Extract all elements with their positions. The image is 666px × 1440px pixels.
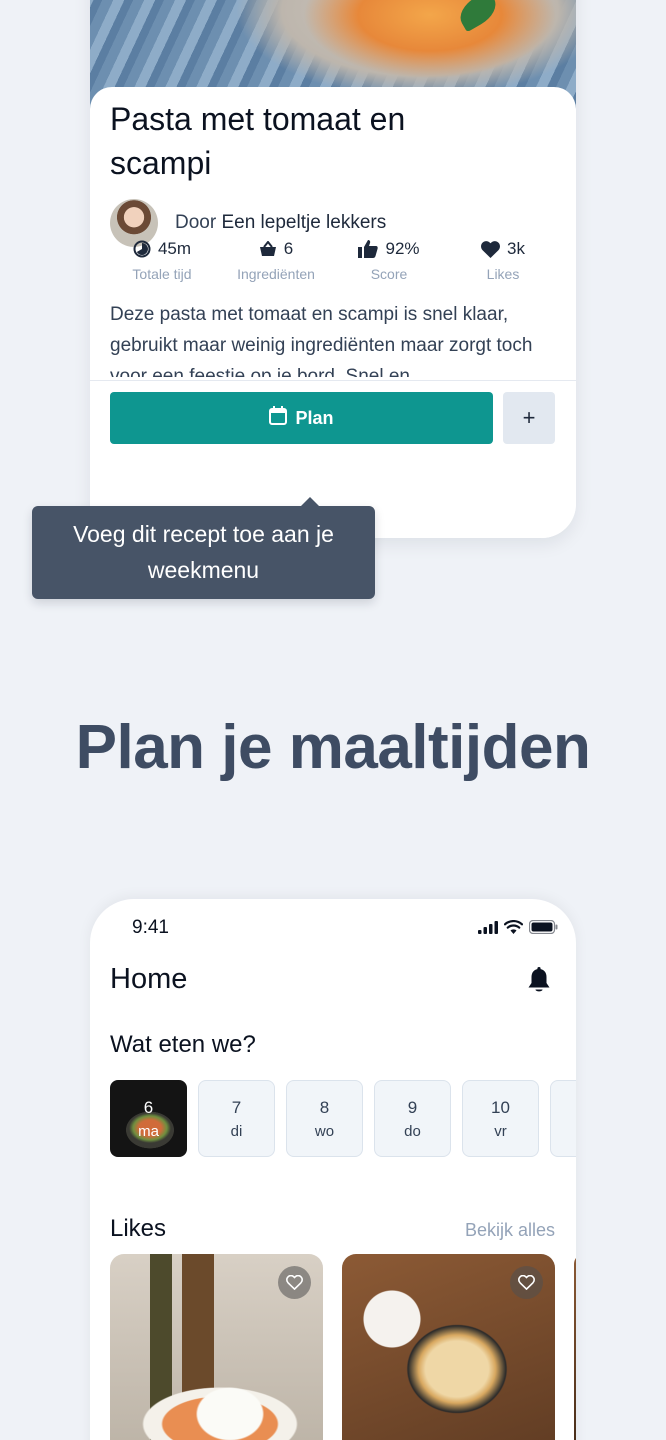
calendar-icon <box>269 406 288 430</box>
stat-value: 6 <box>283 239 294 258</box>
day-number: 6 <box>143 1097 154 1117</box>
liked-recipe-card[interactable] <box>110 1254 323 1440</box>
day-weekday: ma <box>138 1122 159 1140</box>
stat-value: 45m <box>157 239 192 258</box>
status-time: 9:41 <box>132 917 169 938</box>
day-weekday: di <box>230 1122 243 1140</box>
day-chip-active[interactable]: 6 ma <box>110 1080 187 1157</box>
stat-label: Totale tijd <box>132 266 192 282</box>
clock-icon <box>133 240 151 258</box>
author-name[interactable]: Een lepeltje lekkers <box>221 212 386 233</box>
stat-ingredients: 6 Ingrediënten <box>216 239 336 282</box>
basket-icon <box>259 241 277 257</box>
status-icons <box>478 919 558 939</box>
home-screen: 9:41 Home Wat eten we? 6 ma 7 di 8 wo 9 <box>90 899 576 1440</box>
section-title-likes: Likes <box>110 1215 167 1242</box>
day-chip[interactable]: 10 vr <box>462 1080 539 1157</box>
day-chip[interactable]: 8 wo <box>286 1080 363 1157</box>
plan-button[interactable]: Plan <box>110 392 493 444</box>
day-weekday: vr <box>494 1122 507 1140</box>
plan-button-label: Plan <box>295 407 334 428</box>
day-chip[interactable]: 9 do <box>374 1080 451 1157</box>
page-headline: Plan je maaltijden <box>75 713 591 782</box>
stat-value: 92% <box>385 239 420 258</box>
liked-recipe-card[interactable] <box>342 1254 555 1440</box>
day-number: 8 <box>319 1097 330 1117</box>
thumbs-up-icon <box>358 240 379 258</box>
day-weekday: do <box>404 1122 421 1140</box>
stat-likes: 3k Likes <box>443 239 563 282</box>
stat-label: Score <box>370 266 408 282</box>
recipe-stats: 45m Totale tijd 6 Ingrediënten 92% Score… <box>90 239 576 299</box>
stat-label: Likes <box>486 266 520 282</box>
stat-label: Ingrediënten <box>237 266 315 282</box>
signal-icon <box>478 920 498 939</box>
author-prefix: Door <box>175 212 217 233</box>
day-weekday: wo <box>314 1122 335 1140</box>
home-title: Home <box>110 963 188 995</box>
heart-icon[interactable] <box>278 1266 311 1299</box>
stat-value: 3k <box>507 239 525 258</box>
action-bar: Plan + <box>90 380 576 458</box>
recipe-description: Deze pasta met tomaat en scampi is snel … <box>110 304 533 377</box>
liked-recipe-card-partial[interactable] <box>574 1254 576 1440</box>
author-text: Door Een lepeltje lekkers <box>175 212 386 234</box>
see-all-link[interactable]: Bekijk alles <box>465 1220 555 1241</box>
bell-icon[interactable] <box>527 967 551 999</box>
stat-total-time: 45m Totale tijd <box>102 239 222 282</box>
day-chip-partial[interactable] <box>550 1080 576 1157</box>
heart-icon <box>481 240 500 258</box>
wifi-icon <box>503 919 524 939</box>
day-chip[interactable]: 7 di <box>198 1080 275 1157</box>
heart-icon[interactable] <box>510 1266 543 1299</box>
battery-icon <box>528 919 558 939</box>
day-number: 7 <box>231 1097 242 1117</box>
day-number: 9 <box>407 1097 418 1117</box>
section-title-planner: Wat eten we? <box>110 1031 256 1058</box>
recipe-card: Pasta met tomaat en scampi Door Een lepe… <box>90 87 576 538</box>
day-number: 10 <box>491 1097 510 1117</box>
stat-score: 92% Score <box>329 239 449 282</box>
recipe-title: Pasta met tomaat en scampi <box>110 101 406 181</box>
recipe-screen: Pasta met tomaat en scampi Door Een lepe… <box>90 0 576 538</box>
day-selector: 6 ma 7 di 8 wo 9 do 10 vr <box>110 1080 576 1157</box>
add-button[interactable]: + <box>503 392 555 444</box>
plan-tooltip: Voeg dit recept toe aan je weekmenu <box>32 497 375 599</box>
